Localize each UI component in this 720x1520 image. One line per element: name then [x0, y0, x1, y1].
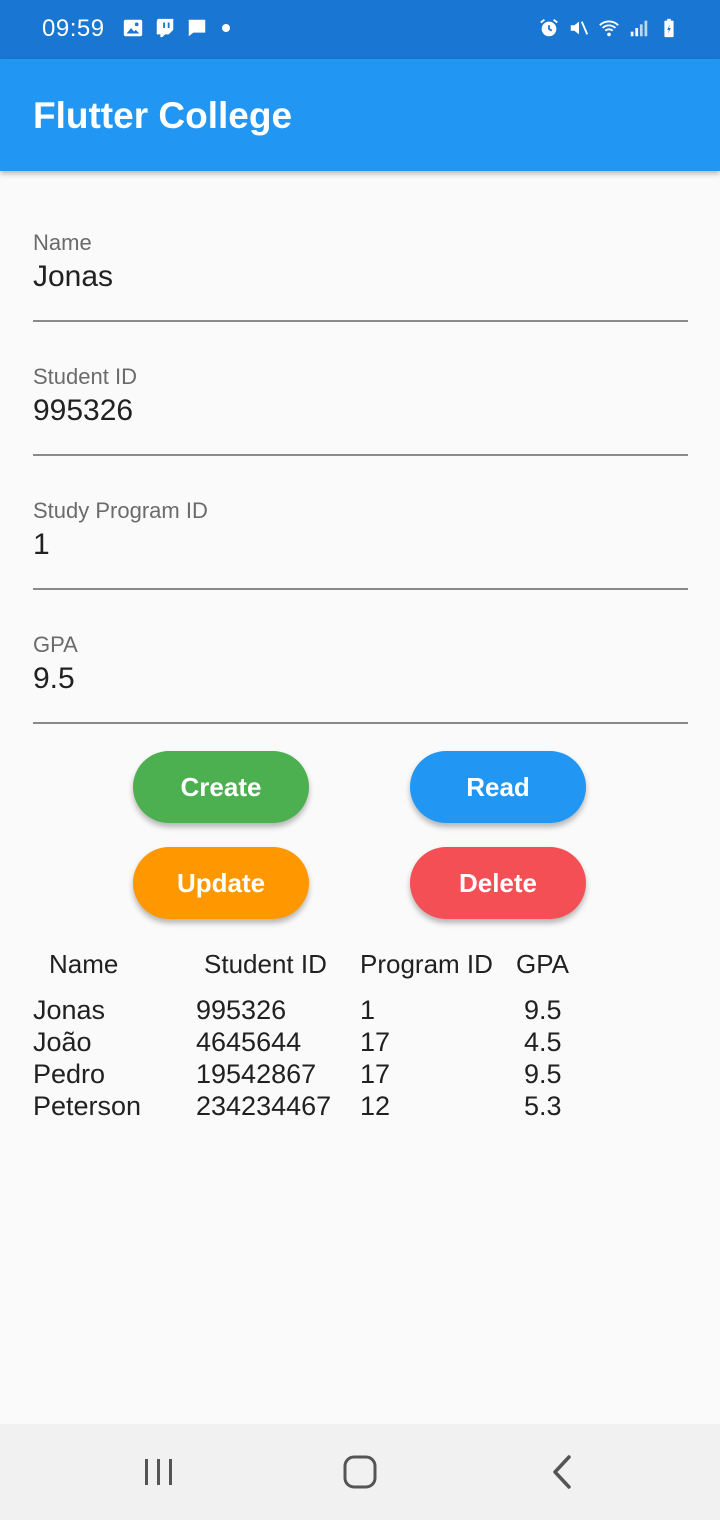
gpa-input[interactable]: 9.5	[33, 662, 688, 696]
student-id-label: Student ID	[33, 364, 137, 389]
cell-program-id: 17	[360, 1027, 391, 1057]
cell-program-id: 17	[360, 1059, 391, 1089]
chat-icon	[186, 17, 208, 39]
program-id-label: Study Program ID	[33, 498, 208, 523]
table-header: Name Student ID Program ID GPA	[33, 945, 693, 995]
navigation-bar	[0, 1424, 720, 1520]
system-icons	[538, 17, 680, 39]
image-icon	[122, 17, 144, 39]
header-name: Name	[49, 949, 119, 979]
recents-icon[interactable]	[131, 1446, 187, 1498]
cell-student-id: 234234467	[196, 1091, 332, 1121]
delete-button-label: Delete	[458, 867, 538, 898]
home-icon[interactable]	[332, 1446, 388, 1498]
app-bar: Flutter College	[0, 59, 720, 171]
cell-name: Jonas	[33, 995, 106, 1025]
update-button[interactable]: Update	[133, 847, 309, 919]
cell-gpa: 9.5	[524, 995, 562, 1025]
header-program-id: Program ID	[360, 949, 493, 979]
cell-name: Pedro	[33, 1059, 106, 1089]
delete-button[interactable]: Delete	[410, 847, 586, 919]
read-button-label: Read	[466, 771, 530, 802]
header-student-id: Student ID	[204, 949, 327, 979]
read-button[interactable]: Read	[410, 751, 586, 823]
wifi-icon	[598, 17, 620, 39]
table-row: Peterson 234234467 12 5.3	[33, 1091, 693, 1123]
name-label: Name	[33, 230, 92, 255]
back-icon[interactable]	[534, 1446, 590, 1498]
program-id-input[interactable]: 1	[33, 528, 688, 562]
status-time: 09:59	[42, 15, 105, 42]
gpa-label: GPA	[33, 632, 78, 657]
name-field[interactable]: Name Jonas	[33, 230, 688, 322]
battery-icon	[658, 17, 680, 39]
table-row: Pedro 19542867 17 9.5	[33, 1059, 693, 1091]
cell-gpa: 4.5	[524, 1027, 562, 1057]
cell-gpa: 9.5	[524, 1059, 562, 1089]
cell-name: João	[33, 1027, 92, 1057]
student-id-field[interactable]: Student ID 995326	[33, 364, 688, 456]
create-button-label: Create	[180, 771, 262, 802]
cell-gpa: 5.3	[524, 1091, 562, 1121]
student-id-input[interactable]: 995326	[33, 394, 688, 428]
app-title: Flutter College	[33, 95, 293, 136]
gpa-field[interactable]: GPA 9.5	[33, 632, 688, 724]
cell-student-id: 4645644	[196, 1027, 302, 1057]
cell-program-id: 12	[360, 1091, 391, 1121]
table-row: João 4645644 17 4.5	[33, 1027, 693, 1059]
dot-icon	[222, 24, 230, 32]
name-input[interactable]: Jonas	[33, 260, 688, 294]
notification-icons	[122, 17, 230, 39]
cell-program-id: 1	[360, 995, 376, 1025]
table-row: Jonas 995326 1 9.5	[33, 995, 693, 1027]
create-button[interactable]: Create	[133, 751, 309, 823]
status-bar: 09:59	[0, 0, 720, 59]
students-table: Name Student ID Program ID GPA Jonas 995…	[33, 945, 693, 1123]
cell-name: Peterson	[33, 1091, 142, 1121]
twitch-icon	[154, 17, 176, 39]
update-button-label: Update	[176, 867, 266, 898]
signal-icon	[628, 17, 650, 39]
cell-student-id: 19542867	[196, 1059, 317, 1089]
header-gpa: GPA	[516, 949, 569, 979]
mute-icon	[568, 17, 590, 39]
program-id-field[interactable]: Study Program ID 1	[33, 498, 688, 590]
alarm-icon	[538, 17, 560, 39]
cell-student-id: 995326	[196, 995, 287, 1025]
